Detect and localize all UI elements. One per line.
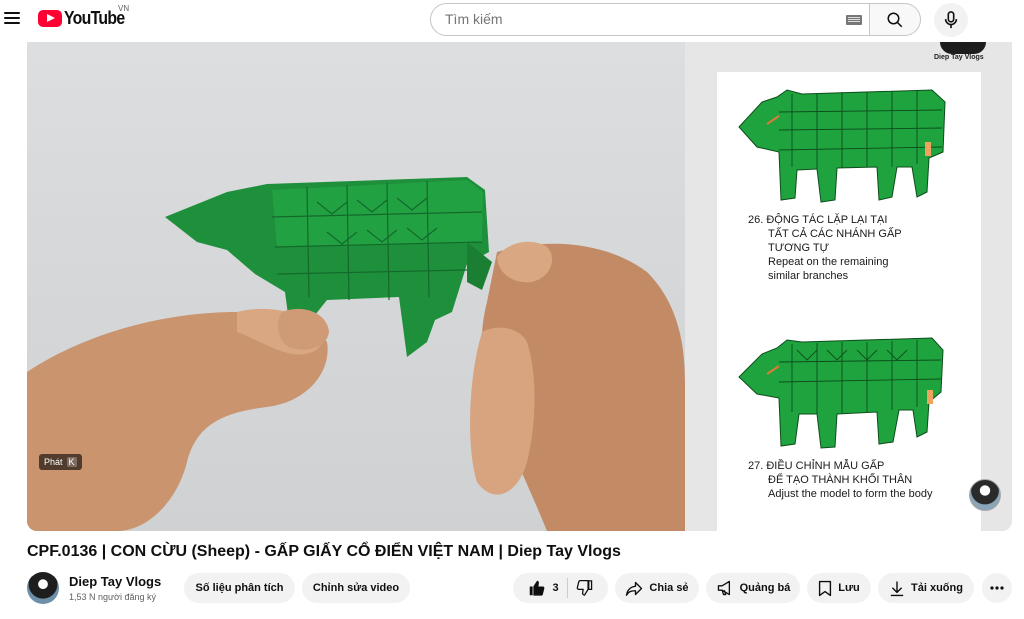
download-button[interactable]: Tải xuống <box>878 573 974 603</box>
edit-video-label: Chỉnh sửa video <box>312 582 400 594</box>
share-label: Chia sẻ <box>649 582 689 594</box>
more-horizontal-icon <box>990 586 1004 590</box>
youtube-logo[interactable]: YouTube VN <box>38 4 133 29</box>
step-26-vi-1: 26. ĐỘNG TÁC LẶP LẠI TẠI <box>748 213 887 226</box>
step-27-en-1: Adjust the model to form the body <box>768 488 933 500</box>
step-26-vi-2: TẤT CẢ CÁC NHÁNH GẤP <box>768 227 902 240</box>
search-button[interactable] <box>869 3 921 36</box>
thumbs-up-icon <box>530 580 545 596</box>
search-input[interactable] <box>445 11 825 27</box>
channel-watermark-top: Diep Tay Vlogs <box>934 42 992 64</box>
like-divider <box>566 578 568 598</box>
megaphone-icon <box>717 580 730 596</box>
share-icon <box>626 581 643 596</box>
search-box[interactable] <box>430 3 870 36</box>
subscriber-count: 1,53 N người đăng ký <box>69 592 156 602</box>
instruction-diagrams: 26. ĐỘNG TÁC LẶP LẠI TẠI TẤT CẢ CÁC NHÁN… <box>738 89 946 500</box>
video-scene <box>27 177 685 531</box>
keyboard-icon[interactable] <box>846 15 862 25</box>
more-actions-button[interactable] <box>982 573 1012 603</box>
edit-video-button[interactable]: Chỉnh sửa video <box>302 573 410 603</box>
microphone-icon <box>944 11 958 29</box>
bookmark-icon <box>819 580 832 596</box>
search-icon <box>887 12 903 27</box>
save-label: Lưu <box>838 582 860 594</box>
menu-icon[interactable] <box>4 10 20 26</box>
promote-button[interactable]: Quảng bá <box>706 573 800 603</box>
voice-search-button[interactable] <box>934 3 968 37</box>
watermark-avatar <box>940 42 986 54</box>
play-hint-key: K <box>66 457 77 467</box>
step-26-en-1: Repeat on the remaining <box>768 256 888 268</box>
play-hint-tooltip: Phát K <box>39 454 82 470</box>
download-label: Tải xuống <box>911 582 963 594</box>
step-27-vi-2: ĐỂ TẠO THÀNH KHỐI THÂN <box>768 472 912 486</box>
diagram-step-26 <box>738 89 946 203</box>
instruction-sheet: 26. ĐỘNG TÁC LẶP LẠI TẠI TẤT CẢ CÁC NHÁN… <box>717 72 981 531</box>
like-button[interactable]: 3 <box>528 580 559 596</box>
youtube-play-icon <box>38 10 62 27</box>
like-dislike-group: 3 <box>513 573 608 603</box>
video-frame: Phát K <box>27 42 685 531</box>
step-27-vi-1: 27. ĐIỀU CHỈNH MẪU GẤP <box>748 459 884 472</box>
step-26-en-2: similar branches <box>768 270 849 282</box>
watermark-text: Diep Tay Vlogs <box>934 54 984 61</box>
promote-label: Quảng bá <box>739 582 791 594</box>
channel-avatar[interactable] <box>27 572 59 604</box>
masthead: YouTube VN <box>0 0 1024 40</box>
play-hint-label: Phát <box>44 457 63 467</box>
video-player[interactable]: Phát K 26. ĐỘNG TÁC LẶP LẠI TẠI TẤT CẢ C… <box>27 42 1012 531</box>
diagram-step-27 <box>738 337 944 449</box>
share-button[interactable]: Chia sẻ <box>615 573 699 603</box>
download-icon <box>890 581 904 596</box>
country-code: VN <box>118 4 130 13</box>
instruction-panel: 26. ĐỘNG TÁC LẶP LẠI TẠI TẤT CẢ CÁC NHÁN… <box>685 42 1012 531</box>
like-count: 3 <box>552 582 559 594</box>
channel-name[interactable]: Diep Tay Vlogs <box>69 574 161 589</box>
step-26-vi-3: TƯƠNG TỰ <box>768 242 829 254</box>
thumbs-down-icon[interactable] <box>576 580 593 596</box>
logo-text: YouTube <box>64 8 125 28</box>
video-title: CPF.0136 | CON CỪU (Sheep) - GẤP GIẤY CỔ… <box>27 543 621 560</box>
channel-watermark-avatar[interactable] <box>969 479 1001 511</box>
analytics-button[interactable]: Số liệu phân tích <box>184 573 295 603</box>
save-button[interactable]: Lưu <box>807 573 871 603</box>
analytics-label: Số liệu phân tích <box>195 582 284 594</box>
